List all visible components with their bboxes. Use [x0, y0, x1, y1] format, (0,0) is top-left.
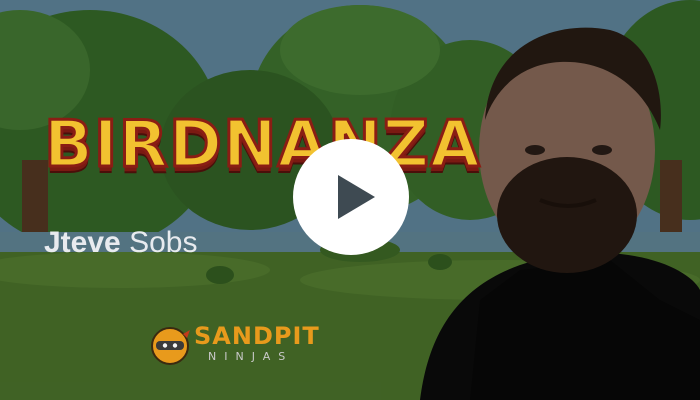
video-player[interactable]: BIRDNANZA Jteve Sobs SANDPIT NINJAS [0, 0, 700, 400]
logo-subtitle: NINJAS [208, 350, 294, 363]
presenter-last-name: Sobs [129, 226, 198, 259]
sandpit-ninjas-logo: SANDPIT NINJAS [150, 320, 350, 370]
logo-wordmark: SANDPIT [194, 322, 320, 350]
ninja-head-icon [151, 327, 190, 365]
play-icon [293, 139, 409, 255]
presenter-first-name: Jteve [44, 226, 121, 259]
presenter-name: Jteve Sobs [44, 226, 197, 260]
game-title: BIRDNANZA [43, 107, 482, 184]
play-button[interactable] [292, 138, 410, 256]
